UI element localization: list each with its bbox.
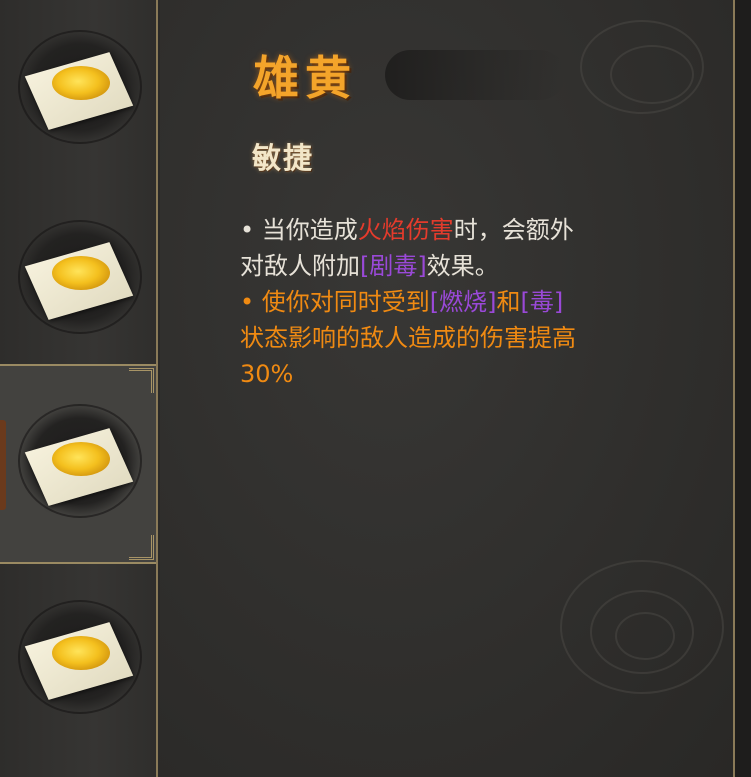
item-slot-4[interactable] <box>0 570 156 760</box>
effect-2-line-2: 状态影响的敌人造成的伤害提高 <box>240 320 690 356</box>
effect-1-line-2: 对敌人附加[剧毒]效果。 <box>240 248 690 284</box>
item-title: 雄黄 <box>253 51 357 105</box>
effect-text: 和 <box>496 288 521 316</box>
selection-marker <box>0 420 6 510</box>
effect-2-line-3: 30% <box>240 356 690 392</box>
item-slot-1[interactable] <box>0 0 156 190</box>
effect-text: 当你造成 <box>261 216 358 244</box>
effect-text: 时，会额外 <box>453 216 574 244</box>
bullet: • <box>240 288 255 316</box>
item-attribute: 敏捷 <box>252 141 315 175</box>
damage-bonus-value: 30% <box>240 360 294 388</box>
item-detail-panel: 雄黄 敏捷 • 当你造成火焰伤害时，会额外 对敌人附加[剧毒]效果。 • 使你对… <box>160 0 735 777</box>
cloud-decoration <box>615 612 675 660</box>
cloud-decoration <box>610 45 694 104</box>
item-list <box>0 0 158 777</box>
realgar-powder-icon <box>52 636 110 670</box>
corner-ornament-icon <box>129 535 154 560</box>
realgar-powder-icon <box>52 256 110 290</box>
item-slot-2[interactable] <box>0 190 156 380</box>
panel-frame <box>733 0 751 777</box>
effect-text: 对敌人附加 <box>240 252 360 280</box>
poison-status-keyword: [剧毒] <box>360 252 427 280</box>
ink-smear <box>385 50 565 100</box>
corner-ornament-icon <box>129 368 154 393</box>
effect-text: 效果。 <box>426 252 499 280</box>
effect-text: 使你对同时受到 <box>261 288 430 316</box>
item-slot-3-selected[interactable] <box>0 364 156 564</box>
item-description: • 当你造成火焰伤害时，会额外 对敌人附加[剧毒]效果。 • 使你对同时受到[燃… <box>240 212 690 392</box>
bullet: • <box>240 216 255 244</box>
effect-2-line-1: • 使你对同时受到[燃烧]和[毒] <box>240 284 690 320</box>
poison-status-keyword: [毒] <box>520 288 564 316</box>
realgar-powder-icon <box>52 442 110 476</box>
effect-text: 状态影响的敌人造成的伤害提高 <box>240 324 576 352</box>
realgar-powder-icon <box>52 66 110 100</box>
burn-status-keyword: [燃烧] <box>429 288 497 316</box>
fire-damage-keyword: 火焰伤害 <box>357 216 454 244</box>
effect-1-line-1: • 当你造成火焰伤害时，会额外 <box>240 212 690 248</box>
